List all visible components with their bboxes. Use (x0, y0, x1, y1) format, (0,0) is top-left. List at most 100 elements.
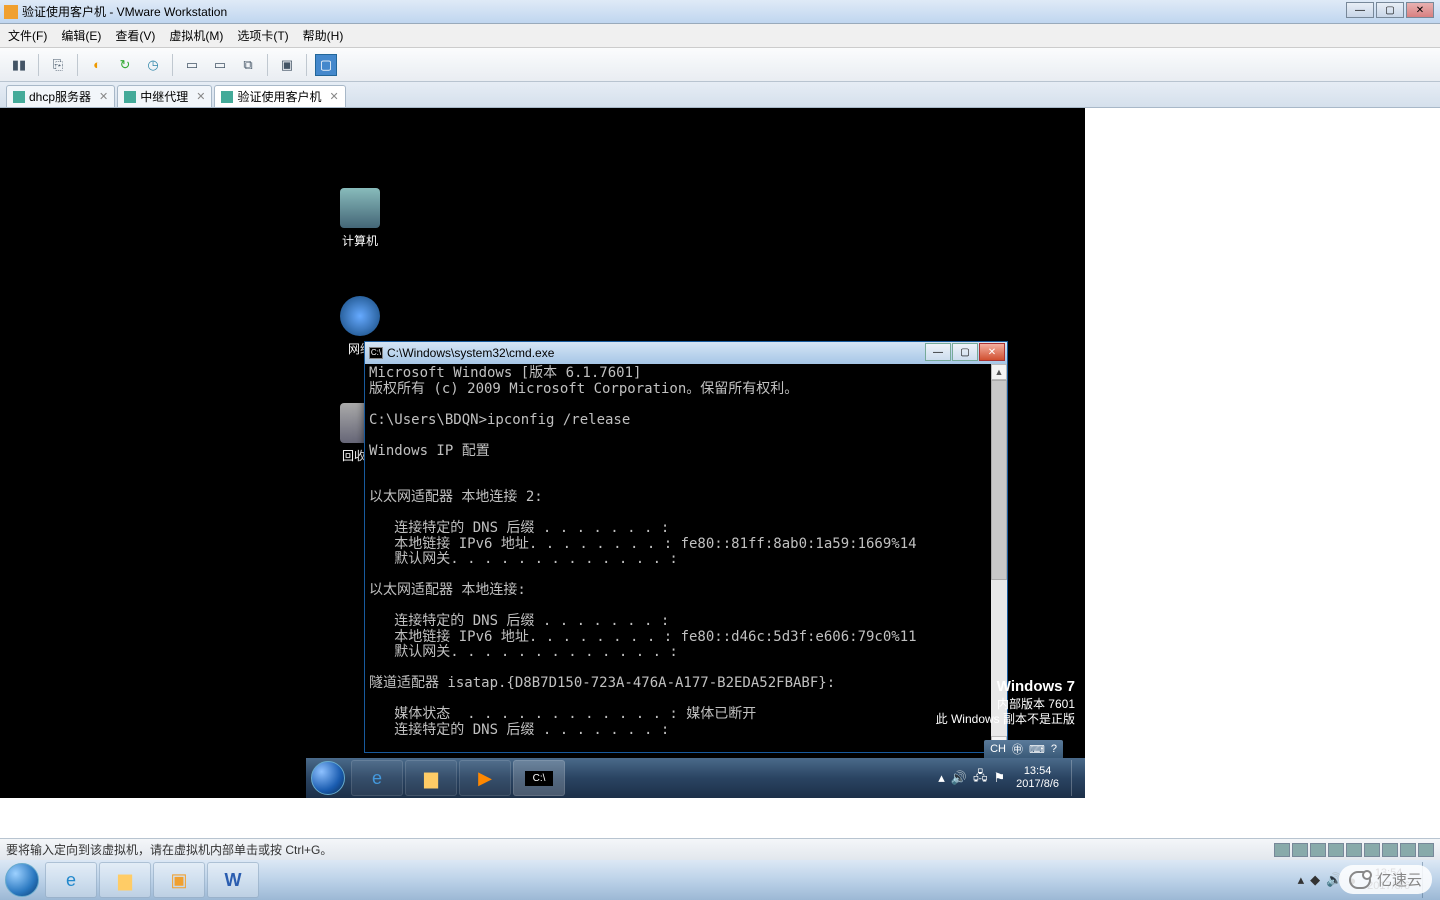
separator (38, 54, 39, 76)
watermark-text: 亿速云 (1377, 869, 1422, 890)
cmd-titlebar[interactable]: C:\ C:\Windows\system32\cmd.exe — ▢ ✕ (365, 342, 1007, 364)
vm-icon (13, 91, 25, 103)
suspend-icon[interactable]: ◐ (86, 54, 108, 76)
device-message-icon[interactable] (1418, 843, 1434, 857)
device-hdd-icon[interactable] (1274, 843, 1290, 857)
snapshot-icon[interactable]: ◷ (142, 54, 164, 76)
taskbar-cmd[interactable]: C:\ (513, 760, 565, 796)
scroll-thumb[interactable] (991, 380, 1007, 580)
show-desktop-button[interactable] (1071, 760, 1083, 796)
guest-tray: ▴ 🔊 🖧 ⚑ 13:54 2017/8/6 (935, 760, 1085, 796)
device-sound-icon[interactable] (1364, 843, 1380, 857)
network-tray-icon[interactable]: 🖧 (973, 767, 988, 789)
cmd-icon: C:\ (369, 347, 383, 359)
volume-icon[interactable]: 🔊 (951, 770, 967, 786)
tab-label: 中继代理 (140, 88, 188, 105)
taskbar-ie[interactable]: e (351, 760, 403, 796)
statusbar-text: 要将输入定向到该虚拟机，请在虚拟机内部单击或按 Ctrl+G。 (6, 841, 332, 858)
host-titlebar: 验证使用客户机 - VMware Workstation — ▢ ✕ (0, 0, 1440, 24)
guest-desktop[interactable]: 计算机 网络 回收站 C:\ C:\Windows\system32\cmd.e… (0, 108, 1085, 798)
windows-orb-icon (5, 863, 39, 897)
taskbar-explorer[interactable]: ▆ (405, 760, 457, 796)
device-cd-icon[interactable] (1292, 843, 1308, 857)
cmd-output[interactable]: Microsoft Windows [版本 6.1.7601] 版权所有 (c)… (365, 364, 1007, 752)
device-printer-icon[interactable] (1382, 843, 1398, 857)
vmware-menubar: 文件(F) 编辑(E) 查看(V) 虚拟机(M) 选项卡(T) 帮助(H) (0, 24, 1440, 48)
host-tb-word[interactable]: W (207, 862, 259, 898)
device-net-icon[interactable] (1328, 843, 1344, 857)
vm-icon (124, 91, 136, 103)
host-start-button[interactable] (0, 860, 44, 900)
tray-arrow-icon[interactable]: ▴ (938, 770, 945, 786)
icon-label: 计算机 (342, 234, 378, 248)
host-taskbar: e ▆ ▣ W ▴ ◆ 🔊 ● 13:54 2017/8/6 (0, 860, 1440, 900)
cmd-title: C:\Windows\system32\cmd.exe (387, 346, 554, 360)
unity-icon[interactable]: ▣ (276, 54, 298, 76)
scroll-up-icon[interactable]: ▲ (991, 364, 1007, 380)
view3-icon[interactable]: ⧉ (237, 54, 259, 76)
separator (172, 54, 173, 76)
windows-watermark: Windows 7 内部版本 7601 此 Windows 副本不是正版 (936, 677, 1075, 728)
cmd-window[interactable]: C:\ C:\Windows\system32\cmd.exe — ▢ ✕ Mi… (364, 341, 1008, 753)
ime-option-icon[interactable]: ⌨ (1029, 743, 1045, 756)
lang-code[interactable]: CH (990, 743, 1006, 755)
computer-icon (340, 188, 380, 228)
reset-icon[interactable]: ↻ (114, 54, 136, 76)
menu-vm[interactable]: 虚拟机(M) (169, 27, 223, 44)
cmd-maximize-button[interactable]: ▢ (952, 343, 978, 361)
network-icon (340, 296, 380, 336)
connect-icon[interactable]: ⎘ (47, 54, 69, 76)
view1-icon[interactable]: ▭ (181, 54, 203, 76)
host-title: 验证使用客户机 - VMware Workstation (22, 3, 227, 20)
host-tb-ie[interactable]: e (45, 862, 97, 898)
clock-time: 13:54 (1016, 765, 1059, 778)
device-floppy-icon[interactable] (1310, 843, 1326, 857)
tray-arrow-icon[interactable]: ▴ (1298, 872, 1305, 888)
device-usb-icon[interactable] (1346, 843, 1362, 857)
close-tab-icon[interactable]: ✕ (99, 90, 108, 103)
close-tab-icon[interactable]: ✕ (196, 90, 205, 103)
cloud-logo-icon (1349, 871, 1371, 889)
language-bar[interactable]: CH ㊥ ⌨ ? (984, 740, 1063, 758)
tab-dhcp[interactable]: dhcp服务器 ✕ (6, 85, 115, 107)
watermark-line: Windows 7 (936, 677, 1075, 697)
device-display-icon[interactable] (1400, 843, 1416, 857)
host-tb-explorer[interactable]: ▆ (99, 862, 151, 898)
cmd-minimize-button[interactable]: — (925, 343, 951, 361)
close-button[interactable]: ✕ (1406, 2, 1434, 18)
menu-tabs[interactable]: 选项卡(T) (237, 27, 288, 44)
help-icon[interactable]: ? (1051, 743, 1057, 755)
close-tab-icon[interactable]: ✕ (330, 90, 339, 103)
maximize-button[interactable]: ▢ (1376, 2, 1404, 18)
vmware-toolbar: ▮▮ ⎘ ◐ ↻ ◷ ▭ ▭ ⧉ ▣ ▢ (0, 48, 1440, 82)
statusbar-devices (1274, 843, 1434, 857)
menu-edit[interactable]: 编辑(E) (61, 27, 101, 44)
tray-app-icon[interactable]: ◆ (1310, 872, 1320, 888)
view2-icon[interactable]: ▭ (209, 54, 231, 76)
taskbar-wmp[interactable]: ▶ (459, 760, 511, 796)
vmware-tabs: dhcp服务器 ✕ 中继代理 ✕ 验证使用客户机 ✕ (0, 82, 1440, 108)
guest-clock[interactable]: 13:54 2017/8/6 (1008, 765, 1067, 790)
separator (77, 54, 78, 76)
separator (267, 54, 268, 76)
tab-client[interactable]: 验证使用客户机 ✕ (214, 85, 345, 107)
ime-icon[interactable]: ㊥ (1012, 741, 1023, 757)
tab-label: dhcp服务器 (29, 88, 91, 105)
cmd-close-button[interactable]: ✕ (979, 343, 1005, 361)
watermark-line: 内部版本 7601 (936, 697, 1075, 713)
tab-relay[interactable]: 中继代理 ✕ (117, 85, 212, 107)
menu-view[interactable]: 查看(V) (115, 27, 155, 44)
cmd-window-controls: — ▢ ✕ (924, 343, 1005, 361)
vm-icon (221, 91, 233, 103)
guest-right-blank (1085, 108, 1440, 838)
windows-orb-icon (311, 761, 345, 795)
flag-icon[interactable]: ⚑ (994, 770, 1006, 786)
menu-help[interactable]: 帮助(H) (303, 27, 344, 44)
power-on-icon[interactable]: ▮▮ (8, 54, 30, 76)
desktop-icon-computer[interactable]: 计算机 (328, 188, 392, 249)
menu-file[interactable]: 文件(F) (8, 27, 47, 44)
minimize-button[interactable]: — (1346, 2, 1374, 18)
host-tb-vmware[interactable]: ▣ (153, 862, 205, 898)
start-button[interactable] (306, 758, 350, 798)
fullscreen-icon[interactable]: ▢ (315, 54, 337, 76)
